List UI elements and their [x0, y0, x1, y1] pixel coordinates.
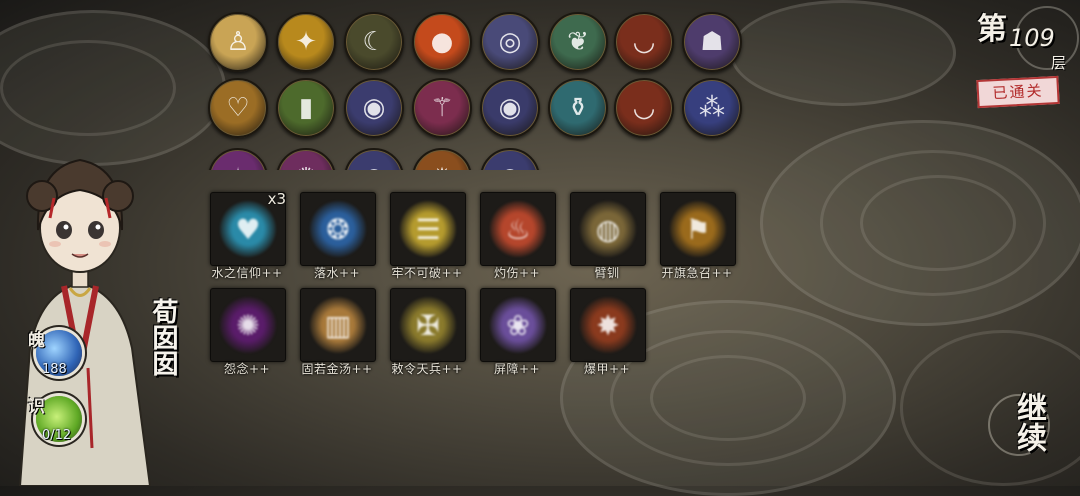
relic-row-partial: ✧ ✺ ◉ ✹ ◉ [205, 148, 745, 170]
knowledge-value: 0/12 [42, 428, 72, 443]
water-bubbles-icon: ❂ [310, 201, 366, 257]
spiral-cloud-icon[interactable]: ◎ [480, 12, 540, 72]
skill-tile: ☰ [390, 192, 466, 266]
bubbles-icon[interactable]: ⁂ [682, 78, 742, 138]
golden-barrier-icon: ☰ [400, 201, 456, 257]
floor-number: 109 [1009, 24, 1055, 52]
skill-tile: ♨ [480, 192, 556, 266]
golden-wall-icon: ▥ [310, 297, 366, 353]
skill-name: 开旗急召++ [661, 266, 733, 280]
floor-unit: 层 [1051, 54, 1067, 72]
vase-icon[interactable]: ⚱ [548, 78, 608, 138]
cleared-stamp: 已通关 [976, 75, 1060, 109]
skill-card[interactable]: ▥ 固若金汤++ [300, 288, 376, 378]
skill-card[interactable]: ♥ 水之信仰++ x3 [210, 190, 286, 282]
armor-burst-icon: ✸ [580, 297, 636, 353]
skill-name: 怨念++ [223, 362, 271, 376]
skill-tile: ✺ [210, 288, 286, 362]
skill-name: 臂钏 [594, 266, 620, 280]
pearl-icon[interactable]: ◉ [344, 148, 404, 170]
water-heart-icon: ♥ [220, 201, 276, 257]
bracelet-icon: ◍ [580, 201, 636, 257]
skill-card[interactable]: ✠ 敕令天兵++ [390, 288, 466, 378]
skill-card[interactable]: ✺ 怨念++ [210, 288, 286, 378]
skill-card[interactable]: ✸ 爆甲++ [570, 288, 646, 378]
floor-prefix: 第 [977, 12, 1007, 47]
flag-summon-icon: ⚑ [670, 201, 726, 257]
skill-name: 固若金汤++ [301, 362, 373, 376]
skill-tile: ◍ [570, 192, 646, 266]
skill-tile: ▥ [300, 288, 376, 362]
soul-label: 魄 [28, 331, 45, 351]
skill-name: 灼伤++ [493, 266, 541, 280]
figure-icon[interactable]: ♙ [208, 12, 268, 72]
skill-card[interactable]: ♨ 灼伤++ [480, 192, 556, 282]
skill-name: 爆甲++ [583, 362, 631, 376]
beast-mask-icon[interactable]: ☗ [682, 12, 742, 72]
skill-card[interactable]: ⚑ 开旗急召++ [660, 192, 736, 282]
bowl-icon[interactable]: ◡ [614, 78, 674, 138]
skill-stack-count: x3 [267, 190, 286, 208]
skill-name: 敕令天兵++ [391, 362, 463, 376]
pearl-icon[interactable]: ◉ [480, 148, 540, 170]
jade-leaf-icon[interactable]: ❦ [548, 12, 608, 72]
purple-gold-icon[interactable]: ✺ [276, 148, 336, 170]
claw-icon[interactable]: ☾ [344, 12, 404, 72]
golden-staff-icon[interactable]: ⚚ [412, 78, 472, 138]
knowledge-label: 识 [28, 397, 45, 417]
decree-icon: ✠ [400, 297, 456, 353]
stone-tablet-icon[interactable]: ▮ [276, 78, 336, 138]
bowl-icon[interactable]: ◡ [614, 12, 674, 72]
character-name: 荀囡囡 [148, 298, 178, 376]
fire-orb-icon[interactable]: ● [412, 12, 472, 72]
soul-value: 188 [42, 362, 67, 377]
skill-name: 落水++ [313, 266, 361, 280]
skill-tile: ✸ [570, 288, 646, 362]
skill-tile: ⚑ [660, 192, 736, 266]
skill-card[interactable]: ☰ 牢不可破++ [390, 192, 466, 282]
skill-name: 屏障++ [493, 362, 541, 376]
heart-vine-icon[interactable]: ♡ [208, 78, 268, 138]
lotus-shield-icon: ❀ [490, 297, 546, 353]
skill-tile: ❀ [480, 288, 556, 362]
soul-stat: 魄 188 [28, 326, 88, 388]
skill-card[interactable]: ◍ 臂钏 [570, 192, 646, 282]
skill-name: 牢不可破++ [391, 266, 463, 280]
skill-tile: ❂ [300, 192, 376, 266]
continue-button[interactable]: 继续 [984, 384, 1050, 460]
pearl-icon[interactable]: ◉ [480, 78, 540, 138]
flame-icon: ♨ [490, 201, 546, 257]
golden-figure-icon[interactable]: ✦ [276, 12, 336, 72]
skill-card[interactable]: ❀ 屏障++ [480, 288, 556, 378]
dark-vortex-icon: ✺ [220, 297, 276, 353]
skill-tile: ✠ [390, 288, 466, 362]
purple-relic-icon[interactable]: ✧ [208, 148, 268, 170]
bronze-relic-icon[interactable]: ✹ [412, 148, 472, 170]
pearl-icon[interactable]: ◉ [344, 78, 404, 138]
skill-name: 水之信仰++ [211, 266, 283, 280]
continue-label: 继续 [1011, 392, 1046, 452]
skill-card[interactable]: ❂ 落水++ [300, 192, 376, 282]
floor-badge: 第 109 层 已通关 [975, 2, 1079, 110]
knowledge-stat: 识 0/12 [28, 392, 88, 454]
